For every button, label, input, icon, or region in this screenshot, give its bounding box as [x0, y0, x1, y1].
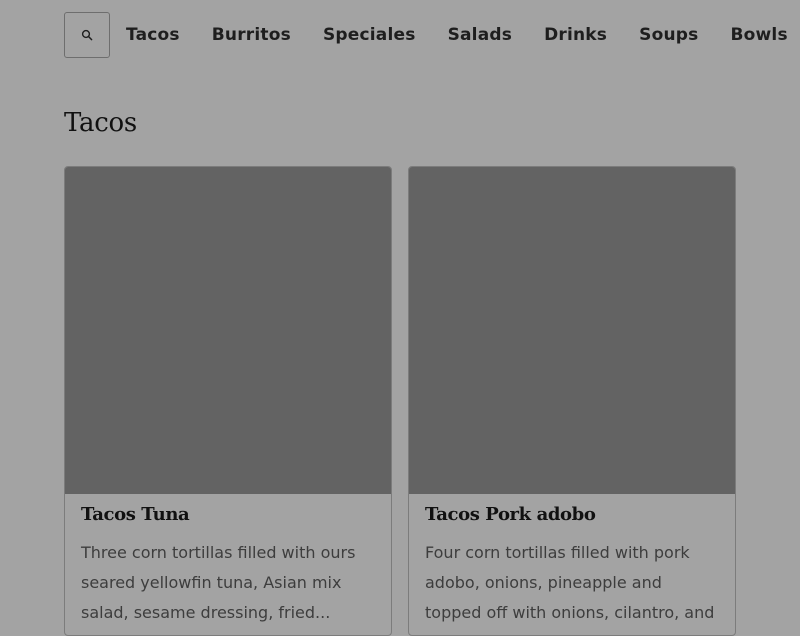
- search-icon: [81, 29, 93, 41]
- product-image-placeholder: [409, 167, 735, 494]
- product-card[interactable]: Tacos Pork adobo Four corn tortillas fil…: [408, 166, 736, 636]
- nav-item-speciales[interactable]: Speciales: [323, 25, 416, 45]
- nav-item-drinks[interactable]: Drinks: [544, 25, 607, 45]
- product-card-list: Tacos Tuna Three corn tortillas filled w…: [64, 166, 736, 636]
- product-description: Three corn tortillas filled with ours se…: [81, 543, 356, 622]
- search-button[interactable]: [64, 12, 110, 58]
- product-image-placeholder: [65, 167, 391, 494]
- product-title: Tacos Tuna: [81, 504, 190, 525]
- nav-item-tacos[interactable]: Tacos: [126, 25, 180, 45]
- card-body: Tacos Pork adobo Four corn tortillas fil…: [409, 494, 735, 635]
- product-title: Tacos Pork adobo: [425, 504, 596, 525]
- nav-item-salads[interactable]: Salads: [448, 25, 513, 45]
- nav-item-bowls[interactable]: Bowls: [730, 25, 787, 45]
- product-description: Four corn tortillas filled with pork ado…: [425, 543, 715, 635]
- nav-items: Tacos Burritos Speciales Salads Drinks S…: [126, 25, 788, 45]
- nav-item-burritos[interactable]: Burritos: [212, 25, 291, 45]
- product-card[interactable]: Tacos Tuna Three corn tortillas filled w…: [64, 166, 392, 636]
- category-nav: Tacos Burritos Speciales Salads Drinks S…: [64, 11, 788, 59]
- nav-item-soups[interactable]: Soups: [639, 25, 698, 45]
- card-body: Tacos Tuna Three corn tortillas filled w…: [65, 494, 391, 628]
- section-title: Tacos: [64, 108, 137, 138]
